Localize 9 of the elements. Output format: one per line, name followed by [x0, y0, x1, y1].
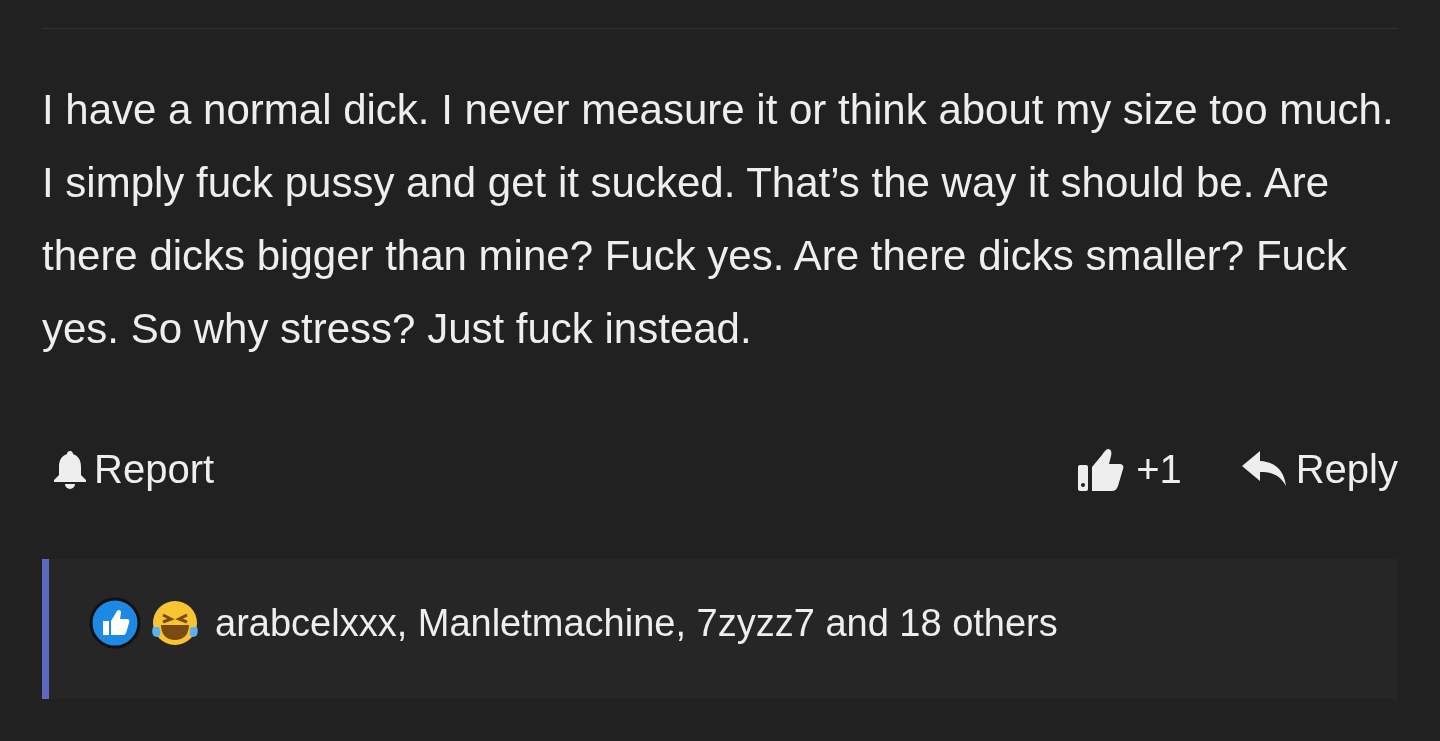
- upvote-button[interactable]: +1: [1078, 439, 1182, 499]
- report-button[interactable]: Report: [52, 439, 215, 499]
- reply-button[interactable]: Reply: [1241, 439, 1398, 499]
- bell-icon: [52, 449, 88, 489]
- comment-text: I have a normal dick. I never measure it or think about my size too much. I simply fuck pussy and get it sucked. That’s the way it should be. Are there dicks bigger than mine? Fuck yes. Are there dicks smaller? Fuck yes. So why stress? Just fuck instead.: [42, 85, 1395, 354]
- thumbs-up-icon: [1078, 447, 1125, 491]
- reactions-text: arabcelxxx, Manletmachine, 7zyzz7 and 18 others: [215, 601, 1058, 646]
- like-icon: [89, 597, 141, 649]
- reply-icon: [1241, 451, 1286, 487]
